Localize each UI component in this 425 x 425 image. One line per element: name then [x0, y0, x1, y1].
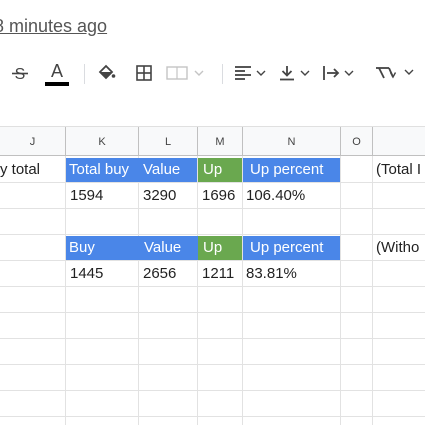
last-edit-link[interactable]: 8 minutes ago: [0, 16, 107, 37]
vertical-align-icon: [280, 66, 310, 81]
header-cell-buy[interactable]: Buy: [66, 236, 138, 260]
note-cell[interactable]: (Total I: [376, 158, 425, 182]
horizontal-align-button[interactable]: [232, 58, 270, 88]
header-cell-up-percent[interactable]: Up percent: [243, 236, 340, 260]
value-cell-value[interactable]: 3290: [139, 184, 197, 208]
fill-color-icon: [98, 64, 116, 80]
note-cell[interactable]: (Witho: [376, 236, 425, 260]
vertical-align-button[interactable]: [276, 58, 316, 88]
text-rotation-icon: [376, 67, 414, 79]
value-cell-buy[interactable]: 1445: [66, 262, 138, 286]
text-rotation-button[interactable]: [372, 58, 422, 88]
header-cell-value[interactable]: Value: [138, 236, 198, 260]
borders-icon: [136, 65, 152, 81]
value-cell-value[interactable]: 2656: [139, 262, 197, 286]
header-cell-up[interactable]: Up: [198, 236, 242, 260]
value-cell-up[interactable]: 1696: [198, 184, 242, 208]
fill-color-button[interactable]: [92, 58, 120, 88]
text-color-button[interactable]: A: [42, 58, 72, 88]
merge-cells-icon: [166, 66, 204, 80]
column-header-l[interactable]: L: [139, 127, 198, 156]
column-header-k[interactable]: K: [66, 127, 139, 156]
header-cell-up-percent[interactable]: Up percent: [243, 158, 340, 182]
merge-cells-button[interactable]: [164, 58, 214, 88]
svg-text:A: A: [51, 61, 63, 81]
column-header-j[interactable]: J: [0, 127, 66, 156]
value-cell-up[interactable]: 1211: [198, 262, 242, 286]
header-cell-value[interactable]: Value: [139, 158, 197, 182]
strikethrough-icon: S: [12, 66, 28, 82]
text-wrap-icon: [323, 66, 354, 80]
value-cell-up-percent[interactable]: 106.40%: [243, 184, 340, 208]
column-header-n[interactable]: N: [243, 127, 341, 156]
strikethrough-button[interactable]: S: [6, 58, 34, 88]
column-header-o[interactable]: O: [341, 127, 373, 156]
row-label-cell[interactable]: y total: [0, 158, 64, 182]
text-color-icon: A: [45, 61, 69, 86]
spreadsheet-grid: J K L M N O y total Total buy Value Up U…: [0, 126, 425, 425]
column-headers: J K L M N O: [0, 126, 425, 156]
horizontal-align-icon: [235, 66, 266, 80]
text-wrap-button[interactable]: [320, 58, 360, 88]
borders-button[interactable]: [130, 58, 158, 88]
column-header-m[interactable]: M: [198, 127, 243, 156]
value-cell-up-percent[interactable]: 83.81%: [243, 262, 340, 286]
header-cell-up[interactable]: Up: [198, 158, 242, 182]
formatting-toolbar: S A: [0, 58, 425, 92]
value-cell-total-buy[interactable]: 1594: [66, 184, 138, 208]
